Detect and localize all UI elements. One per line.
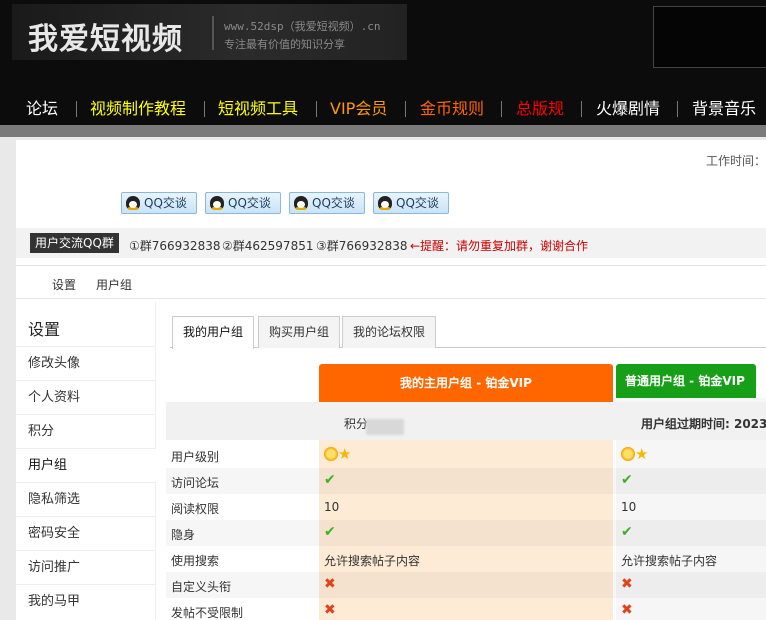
sidebar-title: 设置	[28, 320, 61, 339]
permission-row	[166, 442, 766, 468]
tab-my-user-group[interactable]: 我的用户组	[172, 316, 255, 349]
permission-row	[166, 520, 766, 546]
search-permission-value: 允许搜索帖子内容	[324, 554, 421, 568]
sun-icon	[621, 446, 635, 461]
contact-info-box: 工作时间：周 QQ交谈 QQ交谈 QQ交谈 QQ交谈 用户交流QQ群 ①群766…	[16, 140, 766, 266]
check-icon: ✔	[324, 472, 336, 488]
logo-slogan: 专注最有价值的知识分享	[224, 38, 345, 51]
header-banner-slot	[653, 6, 766, 68]
secondary-group-header: 普通用户组 - 铂金VIP	[616, 364, 756, 398]
sidebar-item-alias[interactable]: 我的马甲	[16, 584, 156, 618]
qq-chat-label: QQ交谈	[228, 196, 271, 210]
group-expire-time: 用户组过期时间: 2023-	[641, 417, 766, 431]
sidebar-item-user-group[interactable]: 用户组	[16, 448, 156, 482]
qq-group-number[interactable]: ②群462597851	[222, 237, 313, 254]
permission-label: 使用搜索	[171, 554, 220, 568]
qq-penguin-icon	[210, 196, 224, 210]
nav-separator	[581, 101, 582, 117]
nav-item-rules[interactable]: 总版规	[516, 96, 564, 122]
work-time-text: 工作时间：周	[706, 154, 766, 168]
qq-group-number[interactable]: ①群766932838	[129, 237, 220, 254]
user-level-stars: ★	[324, 446, 351, 461]
sidebar-item-points[interactable]: 积分	[16, 414, 156, 448]
read-permission-value: 10	[621, 500, 637, 514]
search-permission-value: 允许搜索帖子内容	[621, 554, 718, 568]
qq-penguin-icon	[378, 196, 392, 210]
qq-chat-label: QQ交谈	[396, 196, 439, 210]
sidebar-item-password[interactable]: 密码安全	[16, 516, 156, 550]
logo-site-url: www.52dsp（我爱短视频）.cn	[224, 20, 381, 33]
sun-icon	[324, 446, 338, 461]
star-icon: ★	[338, 444, 352, 463]
tab-buy-user-group[interactable]: 购买用户组	[258, 316, 341, 348]
nav-item-coin-rules[interactable]: 金币规则	[420, 96, 484, 122]
logo-text: 我爱短视频	[28, 22, 183, 57]
cross-icon: ✖	[621, 602, 633, 618]
qq-group-bar: 用户交流QQ群 ①群766932838 ②群462597851 ③群766932…	[16, 228, 766, 258]
tab-forum-permissions[interactable]: 我的论坛权限	[342, 316, 437, 348]
qq-chat-button[interactable]: QQ交谈	[373, 192, 449, 214]
permission-label: 用户级别	[171, 450, 220, 464]
check-icon: ✔	[621, 472, 633, 488]
qq-group-notice: ←提醒：请勿重复加群，谢谢合作	[410, 239, 589, 253]
nav-item-music[interactable]: 背景音乐	[692, 96, 756, 122]
qq-penguin-icon	[126, 196, 140, 210]
logo-divider	[212, 16, 214, 50]
sidebar-item-profile[interactable]: 个人资料	[16, 380, 156, 414]
cross-icon: ✖	[324, 602, 336, 618]
check-icon: ✔	[621, 524, 633, 540]
sidebar-item-privacy[interactable]: 隐私筛选	[16, 482, 156, 516]
qq-chat-button[interactable]: QQ交谈	[205, 192, 281, 214]
sidebar-item-promotion[interactable]: 访问推广	[16, 550, 156, 584]
nav-separator	[501, 101, 502, 117]
cross-icon: ✖	[324, 576, 336, 592]
qq-chat-button[interactable]: QQ交谈	[289, 192, 365, 214]
cross-icon: ✖	[621, 576, 633, 592]
user-group-content: 我的用户组 购买用户组 我的论坛权限 我的主用户组 - 铂金VIP 普通用户组 …	[166, 302, 766, 620]
main-group-header: 我的主用户组 - 铂金VIP	[319, 364, 613, 402]
nav-item-video-tutorial[interactable]: 视频制作教程	[90, 96, 186, 122]
nav-separator	[204, 101, 205, 117]
site-header: 我爱短视频 www.52dsp（我爱短视频）.cn 专注最有价值的知识分享 论坛…	[0, 0, 766, 125]
qq-chat-label: QQ交谈	[144, 196, 187, 210]
qq-group-label: 用户交流QQ群	[30, 233, 119, 253]
tab-bar: 我的用户组 购买用户组 我的论坛权限	[170, 316, 766, 349]
permission-row	[166, 468, 766, 494]
sidebar-item-avatar[interactable]: 修改头像	[16, 346, 156, 380]
breadcrumb-user-group[interactable]: 用户组	[96, 276, 132, 293]
site-logo[interactable]: 我爱短视频 www.52dsp（我爱短视频）.cn 专注最有价值的知识分享	[12, 4, 407, 60]
permission-row	[166, 494, 766, 520]
qq-chat-label: QQ交谈	[312, 196, 355, 210]
permission-label: 自定义头衔	[171, 580, 232, 594]
nav-item-forum[interactable]: 论坛	[26, 96, 58, 122]
qq-group-number[interactable]: ③群766932838	[316, 237, 407, 254]
nav-separator	[405, 101, 406, 117]
settings-sidebar: 设置 修改头像 个人资料 积分 用户组 隐私筛选 密码安全 访问推广 我的马甲	[16, 302, 156, 620]
permission-row	[166, 598, 766, 620]
points-label: 积分	[344, 417, 369, 431]
nav-item-video-tools[interactable]: 短视频工具	[218, 96, 298, 122]
permission-label: 隐身	[171, 528, 196, 542]
qq-chat-button[interactable]: QQ交谈	[121, 192, 197, 214]
nav-separator	[677, 101, 678, 117]
nav-item-drama[interactable]: 火爆剧情	[596, 96, 660, 122]
read-permission-value: 10	[324, 500, 340, 514]
permission-row	[166, 572, 766, 598]
qq-penguin-icon	[294, 196, 308, 210]
main-panel: 工作时间：周 QQ交谈 QQ交谈 QQ交谈 QQ交谈 用户交流QQ群 ①群766…	[16, 140, 766, 620]
check-icon: ✔	[324, 524, 336, 540]
header-divider-strip	[0, 125, 766, 137]
nav-item-vip[interactable]: VIP会员	[330, 96, 387, 122]
breadcrumb-settings[interactable]: 设置	[52, 276, 76, 293]
permission-label: 访问论坛	[171, 476, 220, 490]
nav-separator	[76, 101, 77, 117]
permission-label: 发帖不受限制	[171, 606, 244, 620]
permission-label: 阅读权限	[171, 502, 220, 516]
star-icon: ★	[635, 444, 649, 463]
user-level-stars: ★	[621, 446, 648, 461]
points-value-redacted	[366, 419, 404, 435]
breadcrumb: 设置 用户组	[16, 267, 766, 299]
nav-separator	[316, 101, 317, 117]
main-nav: 论坛 视频制作教程 短视频工具 VIP会员 金币规则 总版规 火爆剧情 背景音乐	[0, 96, 766, 124]
